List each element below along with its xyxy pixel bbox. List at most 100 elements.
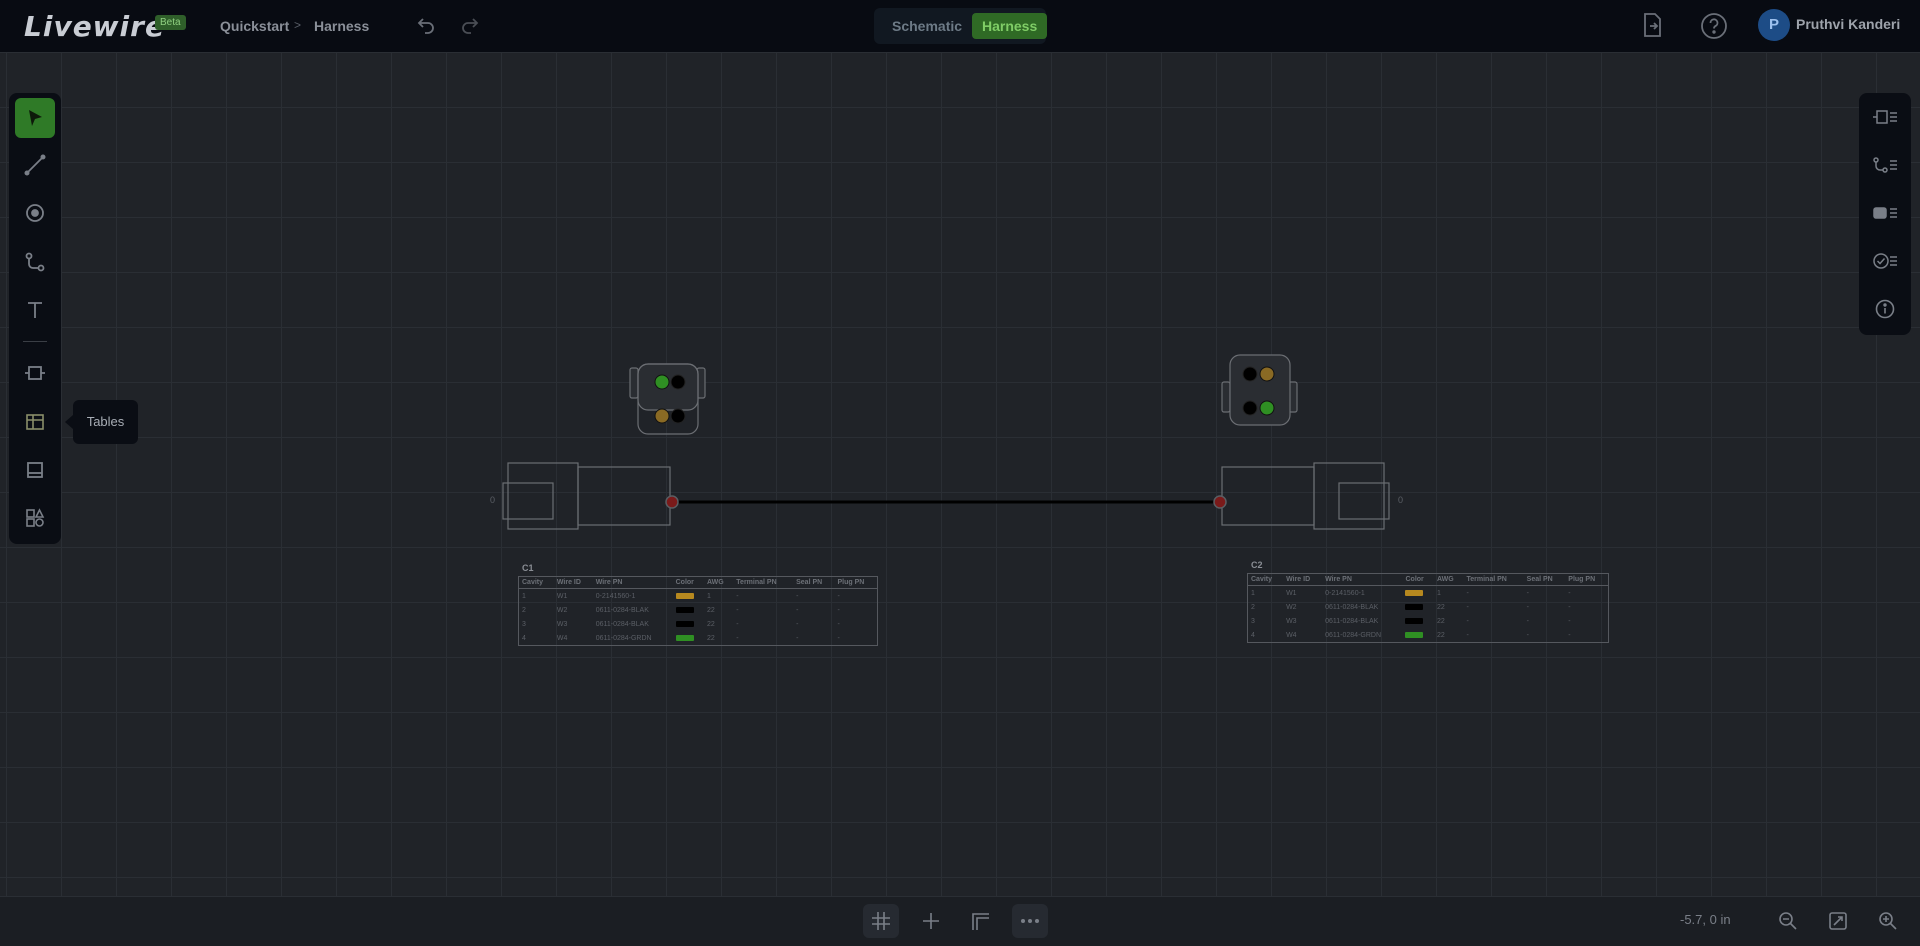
col-cavity: Cavity — [519, 577, 554, 589]
checklist-icon — [1873, 253, 1897, 269]
col-plug-pn: Plug PN — [834, 577, 877, 589]
table-row[interactable]: 4 W4 0611-0284-GRDN 22- - - — [1248, 628, 1608, 642]
color-swatch — [1405, 617, 1424, 624]
shapes-tool-button[interactable] — [15, 498, 55, 538]
col-wire-pn: Wire PN — [1322, 574, 1403, 586]
schematic-tab[interactable]: Schematic — [882, 13, 972, 39]
component-list-icon — [1873, 207, 1897, 219]
breadcrumb-project[interactable]: Quickstart — [220, 18, 289, 34]
text-tool-button[interactable] — [15, 290, 55, 330]
c1-cavity-1 — [654, 374, 670, 390]
c2-cavity-3 — [1242, 400, 1258, 416]
tables-tool-button[interactable] — [15, 402, 55, 442]
col-awg: AWG — [1434, 574, 1464, 586]
top-bar: Livewire Beta Quickstart > Harness Schem… — [0, 0, 1920, 52]
info-button[interactable] — [1865, 289, 1905, 329]
select-tool-button[interactable] — [15, 98, 55, 138]
col-cavity: Cavity — [1248, 574, 1284, 586]
col-terminal-pn: Terminal PN — [733, 577, 794, 589]
app-logo[interactable]: Livewire — [24, 10, 165, 43]
col-color: Color — [1402, 574, 1434, 586]
crosshair-icon — [923, 913, 939, 929]
table-row[interactable]: 2 W2 0611-0284-BLAK 22- - - — [519, 603, 877, 617]
connector-list-icon — [1873, 110, 1897, 124]
export-button[interactable] — [1640, 12, 1664, 43]
breadcrumb-separator: > — [294, 18, 302, 32]
zoom-in-button[interactable] — [1870, 904, 1906, 938]
col-wire-pn: Wire PN — [592, 577, 673, 589]
user-name[interactable]: Pruthvi Kanderi — [1796, 16, 1900, 32]
panel-tool-button[interactable] — [15, 450, 55, 490]
help-button[interactable] — [1700, 12, 1728, 45]
col-wire-id: Wire ID — [1283, 574, 1323, 586]
col-seal-pn: Seal PN — [1523, 574, 1566, 586]
undo-button[interactable] — [414, 14, 438, 38]
c1-pin-label: 0 — [490, 495, 496, 505]
table-header-row: Cavity Wire ID Wire PN Color AWG Termina… — [1248, 574, 1608, 586]
connector-list-button[interactable] — [1865, 97, 1905, 137]
color-swatch — [1405, 589, 1424, 596]
wire-endpoint-left[interactable] — [665, 495, 679, 509]
corner-icon — [972, 913, 989, 930]
col-terminal-pn: Terminal PN — [1463, 574, 1524, 586]
orthogonal-toggle-button[interactable] — [962, 904, 998, 938]
checklist-button[interactable] — [1865, 241, 1905, 281]
wire-endpoint-right[interactable] — [1213, 495, 1227, 509]
col-color: Color — [672, 577, 704, 589]
wire-list-icon — [1873, 157, 1897, 173]
more-options-button[interactable] — [1012, 904, 1048, 938]
snap-toggle-button[interactable] — [913, 904, 949, 938]
table-row[interactable]: 3 W3 0611-0284-BLAK 22- - - — [1248, 614, 1608, 628]
table-row[interactable]: 4 W4 0611-0284-GRDN 22- - - — [519, 631, 877, 645]
route-icon — [25, 252, 45, 272]
component-list-button[interactable] — [1865, 193, 1905, 233]
table-icon — [26, 414, 44, 430]
redo-icon — [462, 18, 479, 34]
c2-cavity-4 — [1259, 400, 1275, 416]
table-row[interactable]: 3 W3 0611-0284-BLAK 22- - - — [519, 617, 877, 631]
tables-tooltip: Tables — [73, 400, 138, 444]
harness-canvas[interactable]: 0 0 C1 Cavity Wire ID Wire PN Color AWG … — [0, 52, 1920, 896]
table-row[interactable]: 1 W1 0-2141560-1 1- - - — [1248, 586, 1608, 601]
grid-toggle-button[interactable] — [863, 904, 899, 938]
table-row[interactable]: 1 W1 0-2141560-1 1- - - — [519, 589, 877, 604]
harness-tab[interactable]: Harness — [972, 13, 1048, 39]
harness-drawing — [502, 354, 1390, 530]
wire-tool-button[interactable] — [15, 145, 55, 185]
connector-c2-face[interactable] — [1221, 354, 1298, 426]
node-tool-button[interactable] — [15, 193, 55, 233]
avatar[interactable]: P — [1758, 9, 1790, 41]
right-toolbar — [1859, 93, 1911, 335]
connector-icon — [25, 366, 45, 380]
color-swatch — [675, 606, 694, 613]
table-c2[interactable]: Cavity Wire ID Wire PN Color AWG Termina… — [1247, 573, 1609, 643]
fit-screen-icon — [1829, 912, 1847, 930]
table-row[interactable]: 2 W2 0611-0284-BLAK 22- - - — [1248, 600, 1608, 614]
route-tool-button[interactable] — [15, 242, 55, 282]
connector-c1-side[interactable] — [502, 462, 671, 530]
tooltip-arrow — [65, 415, 73, 429]
connector-tool-button[interactable] — [15, 353, 55, 393]
connector-c2-side[interactable] — [1221, 462, 1390, 530]
fit-view-button[interactable] — [1820, 904, 1856, 938]
c2-cavity-2 — [1259, 366, 1275, 382]
color-swatch — [1405, 603, 1424, 610]
cursor-icon — [29, 110, 42, 126]
color-swatch — [675, 634, 694, 641]
table-c1[interactable]: Cavity Wire ID Wire PN Color AWG Termina… — [518, 576, 878, 646]
zoom-in-icon — [1879, 912, 1897, 930]
zoom-out-button[interactable] — [1770, 904, 1806, 938]
info-icon — [1875, 299, 1895, 319]
wire-list-button[interactable] — [1865, 145, 1905, 185]
cursor-coordinates: -5.7, 0 in — [1680, 912, 1731, 927]
col-wire-id: Wire ID — [553, 577, 593, 589]
c2-pin-label: 0 — [1398, 495, 1404, 505]
color-swatch — [675, 592, 694, 599]
redo-button[interactable] — [458, 14, 482, 38]
col-plug-pn: Plug PN — [1565, 574, 1608, 586]
shapes-icon — [26, 508, 45, 527]
undo-icon — [417, 18, 434, 34]
left-toolbar — [9, 93, 61, 544]
text-icon — [28, 302, 42, 318]
line-icon — [24, 154, 46, 176]
